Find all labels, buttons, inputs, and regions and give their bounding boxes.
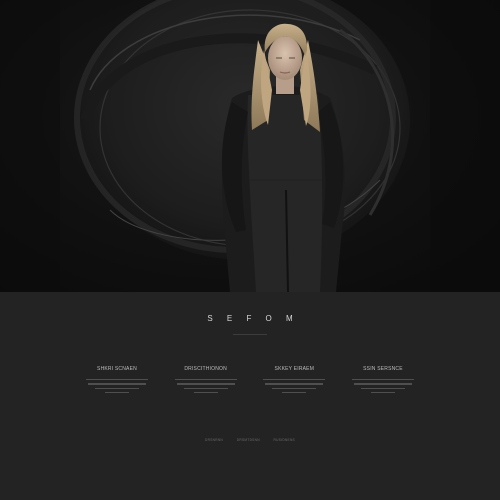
brand-divider	[233, 334, 267, 335]
feature-title: SHKRI SCNAEN	[97, 366, 137, 372]
footer-link[interactable]: DRSNRNN	[205, 438, 223, 442]
text-line-placeholder	[353, 383, 412, 385]
text-line-placeholder	[183, 387, 228, 389]
text-line-placeholder	[265, 383, 324, 385]
text-line-placeholder	[360, 387, 405, 389]
text-line-placeholder	[351, 379, 414, 381]
feature-title: SKKEY EIRAEM	[274, 366, 315, 372]
text-line-placeholder	[176, 383, 235, 385]
text-line-placeholder	[88, 383, 146, 385]
feature-column: SSIN SERSNCE	[350, 366, 416, 396]
text-line-placeholder	[86, 379, 148, 381]
content-section: S E F O M SHKRI SCNAEN DRISCITHIONON SKK…	[0, 292, 500, 500]
text-line-placeholder	[282, 391, 307, 394]
feature-column: DRISCITHIONON	[173, 366, 239, 396]
footer-link[interactable]: DRSMTDSNN	[237, 438, 260, 442]
text-line-placeholder	[370, 391, 395, 394]
hero-banner	[0, 0, 500, 292]
text-line-placeholder	[193, 391, 218, 394]
footer-link[interactable]: RUSIDNENS	[274, 438, 295, 442]
feature-title: SSIN SERSNCE	[363, 366, 403, 372]
features-row: SHKRI SCNAEN DRISCITHIONON SKKEY EIRAEM …	[84, 366, 416, 396]
feature-title: DRISCITHIONON	[184, 366, 227, 372]
text-line-placeholder	[105, 391, 129, 394]
text-line-placeholder	[174, 379, 237, 381]
hero-image	[0, 0, 500, 292]
footer-nav: DRSNRNN DRSMTDSNN RUSIDNENS	[205, 438, 295, 442]
feature-column: SKKEY EIRAEM	[261, 366, 327, 396]
text-line-placeholder	[95, 387, 139, 389]
text-line-placeholder	[272, 387, 317, 389]
text-line-placeholder	[263, 379, 326, 381]
feature-column: SHKRI SCNAEN	[84, 366, 150, 396]
brand-title: S E F O M	[207, 314, 299, 323]
